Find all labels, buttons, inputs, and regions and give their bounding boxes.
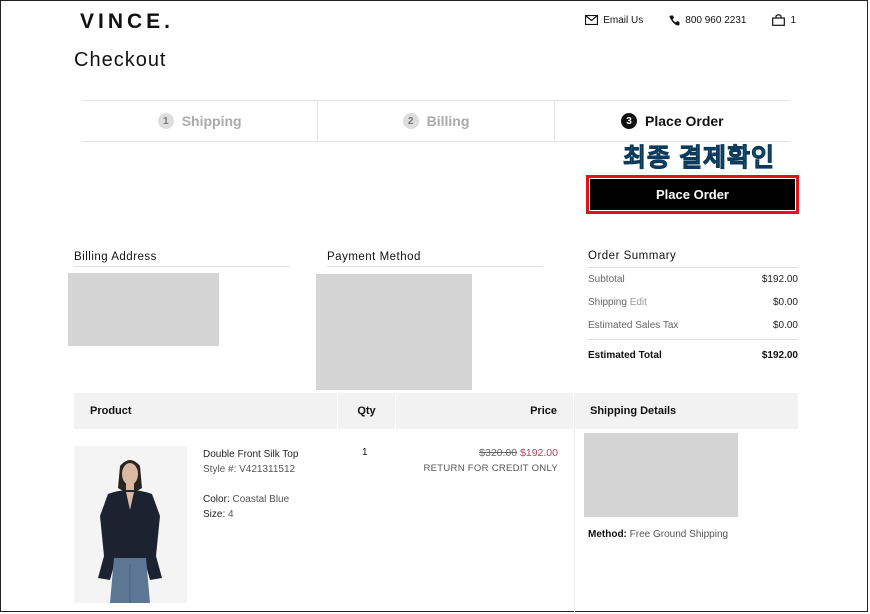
column-product: Product: [74, 393, 338, 429]
column-price: Price: [396, 393, 574, 429]
annotation-text: 최종 결제확인: [623, 144, 775, 173]
payment-method-redacted: [316, 274, 472, 390]
shipping-address-redacted: [584, 433, 738, 517]
original-price: $320.00: [479, 447, 518, 459]
brand-logo[interactable]: VINCE.: [80, 10, 174, 34]
column-shipping-details: Shipping Details: [590, 405, 677, 417]
shipping-row: Shipping Edit $0.00: [588, 291, 798, 314]
subtotal-label: Subtotal: [588, 274, 625, 285]
cart-count: 1: [790, 14, 796, 26]
order-summary: Order Summary Subtotal $192.00 Shipping …: [588, 250, 798, 367]
step-number: 1: [157, 113, 174, 129]
sale-price: $192.00: [520, 447, 558, 459]
column-divider: [574, 429, 575, 614]
billing-address-redacted: [68, 273, 219, 346]
return-note: RETURN FOR CREDIT ONLY: [423, 463, 558, 474]
column-qty: Qty: [338, 393, 396, 429]
size-label: Size:: [203, 509, 226, 520]
step-place-order: 3 Place Order: [555, 101, 790, 141]
step-label: Place Order: [645, 113, 724, 129]
item-qty: 1: [362, 447, 368, 458]
shipping-edit-link[interactable]: Edit: [630, 297, 647, 308]
product-name[interactable]: Double Front Silk Top: [203, 447, 298, 462]
method-label: Method:: [588, 529, 627, 540]
email-us-link[interactable]: Email Us: [585, 15, 643, 26]
page-title: Checkout: [74, 49, 167, 71]
product-style: Style #: V421311512: [203, 464, 296, 475]
payment-method-title: Payment Method: [327, 251, 543, 267]
subtotal-row: Subtotal $192.00: [588, 268, 798, 291]
item-price: $320.00 $192.00 RETURN FOR CREDIT ONLY: [423, 446, 558, 476]
email-us-label: Email Us: [603, 14, 644, 26]
tax-row: Estimated Sales Tax $0.00: [588, 314, 798, 337]
subtotal-value: $192.00: [761, 274, 798, 285]
color-label: Color:: [203, 494, 230, 505]
place-order-highlight: Place Order: [586, 175, 799, 214]
step-shipping[interactable]: 1 Shipping: [82, 101, 319, 141]
method-value: Free Ground Shipping: [629, 529, 729, 540]
shipping-label: Shipping: [588, 297, 627, 308]
model-illustration: [74, 446, 187, 603]
order-summary-title: Order Summary: [588, 250, 798, 268]
total-label: Estimated Total: [588, 350, 662, 361]
phone-link[interactable]: 800 960 2231: [669, 15, 746, 26]
checkout-steps: 1 Shipping 2 Billing 3 Place Order: [82, 100, 790, 142]
billing-address-title: Billing Address: [74, 251, 290, 267]
order-table-header: Product Qty Price Shipping Details: [74, 393, 798, 429]
header-links: Email Us 800 960 2231 1: [585, 14, 796, 26]
product-image: [74, 446, 187, 603]
tax-label: Estimated Sales Tax: [588, 320, 679, 331]
tax-value: $0.00: [772, 320, 798, 331]
place-order-button[interactable]: Place Order: [590, 179, 795, 210]
step-billing[interactable]: 2 Billing: [318, 101, 555, 141]
total-row: Estimated Total $192.00: [588, 339, 798, 367]
step-label: Shipping: [181, 113, 242, 129]
phone-icon: [669, 15, 680, 25]
size-value: 4: [228, 509, 234, 520]
shipping-method: Method: Free Ground Shipping: [588, 529, 728, 540]
step-number: 2: [402, 113, 419, 129]
product-info: Double Front Silk Top Style #: V42131151…: [203, 447, 298, 522]
cart-link[interactable]: 1: [772, 14, 796, 26]
bag-icon: [772, 14, 786, 26]
envelope-icon: [585, 15, 599, 25]
step-number: 3: [621, 113, 638, 129]
shipping-value: $0.00: [772, 297, 798, 308]
step-label: Billing: [426, 113, 470, 129]
total-value: $192.00: [761, 350, 798, 361]
phone-number: 800 960 2231: [685, 14, 747, 26]
color-value: Coastal Blue: [232, 494, 290, 505]
